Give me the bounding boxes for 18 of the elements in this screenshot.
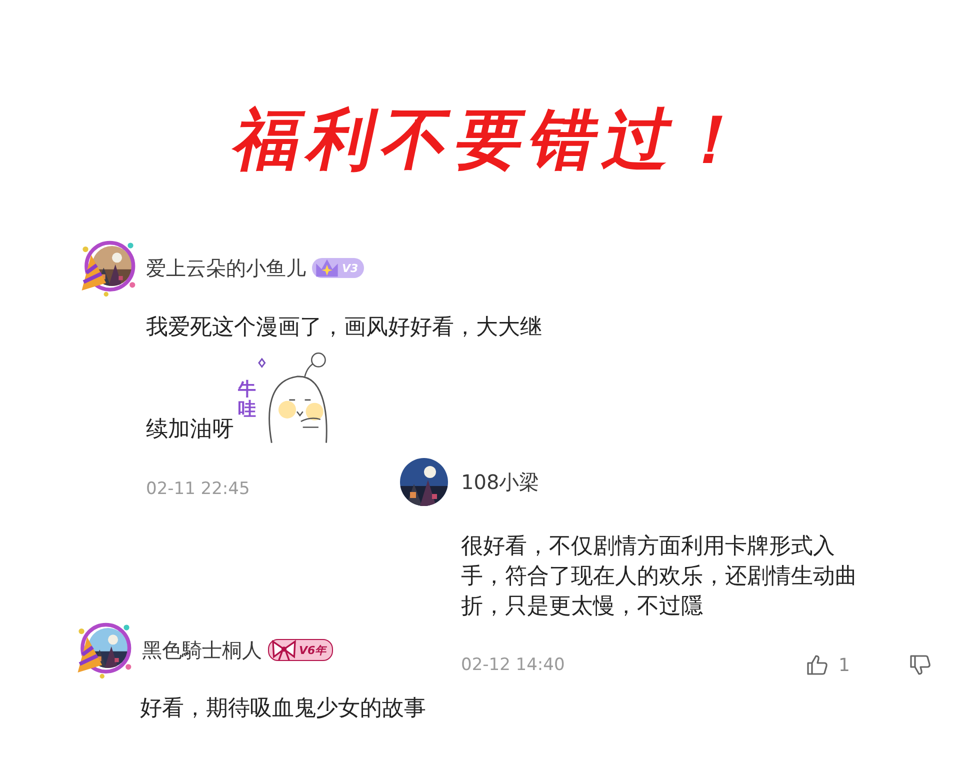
comment-text: 折，只是更太慢，不过隱 bbox=[461, 593, 704, 621]
username[interactable]: 爱上云朵的小鱼儿 bbox=[146, 254, 306, 282]
like-count: 1 bbox=[838, 654, 850, 676]
comment-text: 续加油呀 bbox=[146, 416, 234, 444]
level-badge: V3 bbox=[312, 258, 364, 278]
comment-text: 很好看，不仅剧情方面利用卡牌形式入 bbox=[461, 533, 836, 561]
sticker-text: 牛哇 bbox=[238, 380, 256, 420]
comment-text: 好看，期待吸血鬼少女的故事 bbox=[140, 695, 427, 723]
comment-text: 手，符合了现在人的欢乐，还剧情生动曲 bbox=[461, 563, 858, 591]
timestamp: 02-11 22:45 bbox=[146, 479, 250, 499]
username[interactable]: 108小梁 bbox=[461, 468, 540, 496]
timestamp: 02-12 14:40 bbox=[461, 655, 565, 675]
thumbs-up-icon[interactable] bbox=[804, 653, 829, 677]
thumbs-down-icon[interactable] bbox=[908, 653, 932, 677]
comment-text: 我爱死这个漫画了，画风好好看，大大继 bbox=[146, 314, 543, 342]
banner-title: 福利不要错过！ bbox=[228, 100, 762, 180]
username[interactable]: 黑色騎士桐人 bbox=[142, 636, 262, 664]
level-badge: V6年 bbox=[268, 639, 334, 661]
